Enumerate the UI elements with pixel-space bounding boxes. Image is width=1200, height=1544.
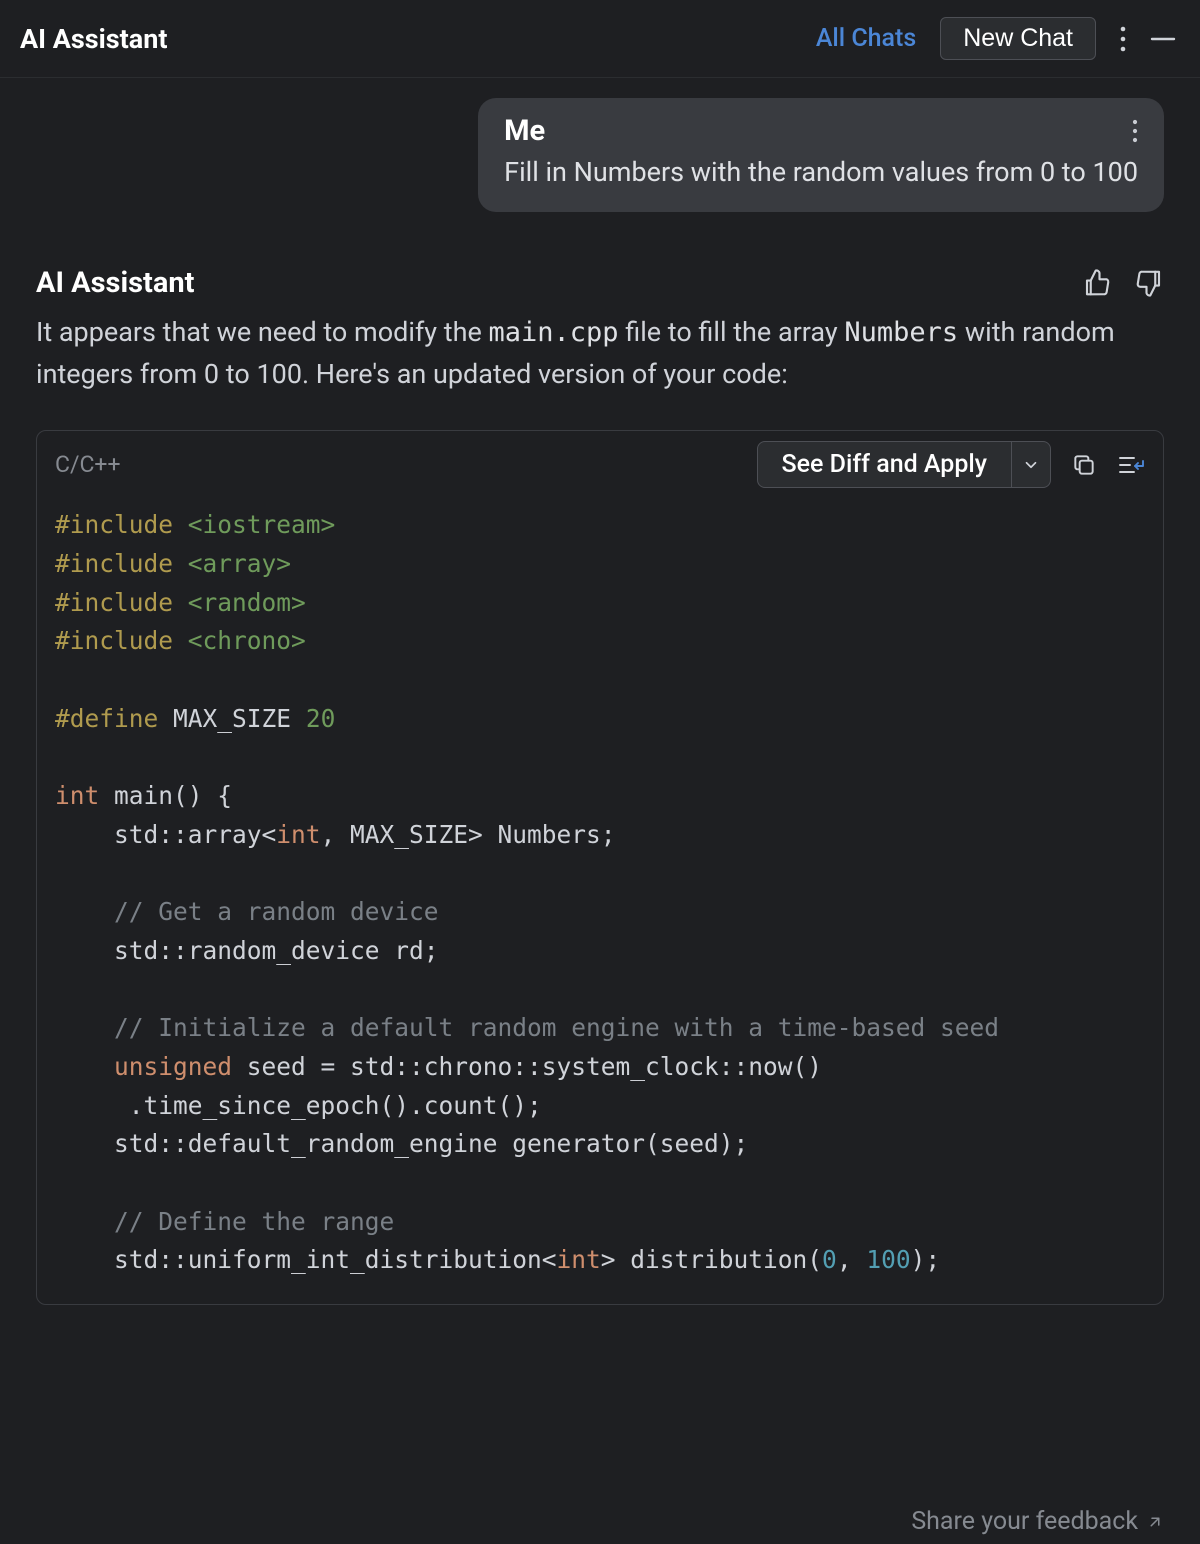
tok-keyword: int [55,781,99,810]
ai-message-block: AI Assistant It appears that we need to … [36,266,1164,1305]
tok-ident: std::random_device rd; [55,936,439,965]
kebab-menu-icon[interactable] [1132,119,1138,143]
tok-number: 0 [822,1245,837,1274]
tok-punct: ); [911,1245,941,1274]
code-language-label: C/C++ [55,451,121,478]
new-chat-button[interactable]: New Chat [940,17,1096,60]
tok-macro: MAX_SIZE [173,704,291,733]
tok-keyword: unsigned [114,1052,232,1081]
feedback-thumbs [1082,268,1164,298]
tok-keyword: int [557,1245,601,1274]
tok-comment: // Initialize a default random engine wi… [55,1013,999,1042]
chevron-down-icon[interactable] [1011,442,1050,487]
all-chats-link[interactable]: All Chats [816,24,916,53]
minimize-icon[interactable] [1150,26,1176,52]
external-link-icon [1146,1513,1164,1531]
see-diff-button[interactable]: See Diff and Apply [758,442,1011,487]
share-feedback-link[interactable]: Share your feedback [911,1507,1164,1536]
ai-reply-segment: It appears that we need to modify the [36,316,488,348]
ai-reply-segment: file to fill the array [619,316,845,348]
tok-keyword: int [276,820,320,849]
copy-icon[interactable] [1071,452,1097,478]
code-block-actions: See Diff and Apply [757,441,1145,488]
tok-number: 20 [306,704,336,733]
thumbs-up-icon[interactable] [1082,268,1112,298]
tok-ident: .time_since_epoch().count(); [55,1091,542,1120]
tok-ident: , MAX_SIZE> Numbers; [321,820,616,849]
tok-comment: // Define the range [55,1207,394,1236]
see-diff-split-button: See Diff and Apply [757,441,1051,488]
user-name-label: Me [504,114,545,148]
tok-directive: #include [55,549,173,578]
tok-punct: , [837,1245,867,1274]
code-block-header: C/C++ See Diff and Apply [37,431,1163,500]
code-content[interactable]: #include <iostream> #include <array> #in… [37,500,1163,1304]
header-bar: AI Assistant All Chats New Chat [0,0,1200,78]
kebab-menu-icon[interactable] [1120,26,1126,52]
tok-directive: #include [55,510,173,539]
tok-number: 100 [866,1245,910,1274]
header-actions: All Chats New Chat [816,17,1176,60]
tok-header: <chrono> [188,626,306,655]
tok-header: <random> [188,588,306,617]
tok-ident: > distribution( [601,1245,822,1274]
tok-directive: #include [55,626,173,655]
user-message-bubble: Me Fill in Numbers with the random value… [478,98,1164,212]
ai-name-label: AI Assistant [36,266,194,300]
user-message-text: Fill in Numbers with the random values f… [504,154,1138,190]
ai-reply-text: It appears that we need to modify the ma… [36,312,1164,396]
ai-reply-varname: Numbers [844,317,958,348]
tok-header: <array> [188,549,291,578]
insert-at-caret-icon[interactable] [1117,452,1145,478]
user-message-row: Me Fill in Numbers with the random value… [36,98,1164,212]
code-block: C/C++ See Diff and Apply [36,430,1164,1305]
ai-reply-filename: main.cpp [488,317,618,348]
tok-directive: #define [55,704,158,733]
app-title: AI Assistant [20,23,168,55]
tok-directive: #include [55,588,173,617]
chat-area: Me Fill in Numbers with the random value… [0,78,1200,1305]
tok-header: <iostream> [188,510,336,539]
tok-ident: main() { [99,781,232,810]
thumbs-down-icon[interactable] [1134,268,1164,298]
tok-ident: std::array< [55,820,276,849]
tok-ident: std::uniform_int_distribution< [55,1245,557,1274]
tok-comment: // Get a random device [55,897,439,926]
tok-ident: seed = std::chrono::system_clock::now() [232,1052,822,1081]
share-feedback-label: Share your feedback [911,1507,1138,1536]
tok-ident: std::default_random_engine generator(see… [55,1129,748,1158]
